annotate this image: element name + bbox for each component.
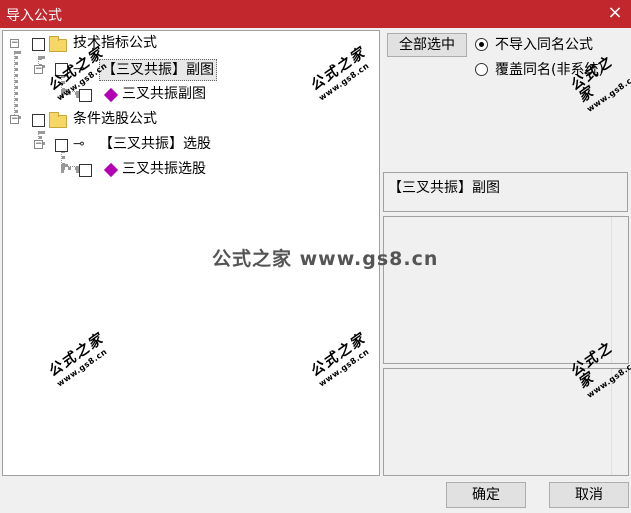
title-bar: 导入公式 × xyxy=(0,0,631,28)
select-all-button[interactable]: 全部选中 xyxy=(387,33,467,57)
tree-node-label: 【三叉共振】选股 xyxy=(99,136,211,152)
key-icon: ⊸ xyxy=(73,136,85,152)
tree-node-label: 三叉共振选股 xyxy=(122,161,206,177)
close-icon[interactable]: × xyxy=(605,2,625,24)
formula-gem-icon xyxy=(103,87,119,103)
tree-node-indicators[interactable]: − 技术指标公式 xyxy=(3,33,203,53)
collapse-icon[interactable]: − xyxy=(34,65,43,74)
watermark-center: 公式之家 www.gs8.cn xyxy=(212,248,439,270)
preview-panel[interactable] xyxy=(383,216,629,364)
checkbox[interactable] xyxy=(32,38,45,51)
folder-icon xyxy=(49,112,67,128)
tree-node-subchart[interactable]: 三叉共振副图 xyxy=(3,84,243,104)
collapse-icon[interactable]: − xyxy=(10,115,19,124)
tree-node-subchart-group[interactable]: − ⊸ 【三叉共振】副图 xyxy=(3,59,243,81)
tree-node-label: 【三叉共振】副图 xyxy=(99,59,217,81)
tree-node-screener-group[interactable]: − ⊸ 【三叉共振】选股 xyxy=(3,134,243,154)
checkbox[interactable] xyxy=(55,139,68,152)
checkbox[interactable] xyxy=(79,164,92,177)
tree-node-screeners[interactable]: − 条件选股公式 xyxy=(3,109,203,129)
ok-button[interactable]: 确定 xyxy=(446,482,526,508)
tree-node-screener[interactable]: 三叉共振选股 xyxy=(3,159,243,179)
cancel-button[interactable]: 取消 xyxy=(549,482,629,508)
window-title: 导入公式 xyxy=(6,8,62,24)
tree-node-label: 条件选股公式 xyxy=(73,111,157,127)
folder-icon xyxy=(49,36,67,52)
formula-gem-icon xyxy=(103,162,119,178)
description-text: 【三叉共振】副图 xyxy=(388,180,500,196)
collapse-icon[interactable]: − xyxy=(34,140,43,149)
no-import-radio[interactable] xyxy=(475,38,488,51)
overwrite-radio[interactable] xyxy=(475,63,488,76)
checkbox[interactable] xyxy=(32,114,45,127)
description-panel: 【三叉共振】副图 xyxy=(383,172,628,212)
tree-node-label: 技术指标公式 xyxy=(73,35,157,51)
no-import-label[interactable]: 不导入同名公式 xyxy=(495,34,593,54)
tree-node-label: 三叉共振副图 xyxy=(122,86,206,102)
collapse-icon[interactable]: − xyxy=(10,39,19,48)
